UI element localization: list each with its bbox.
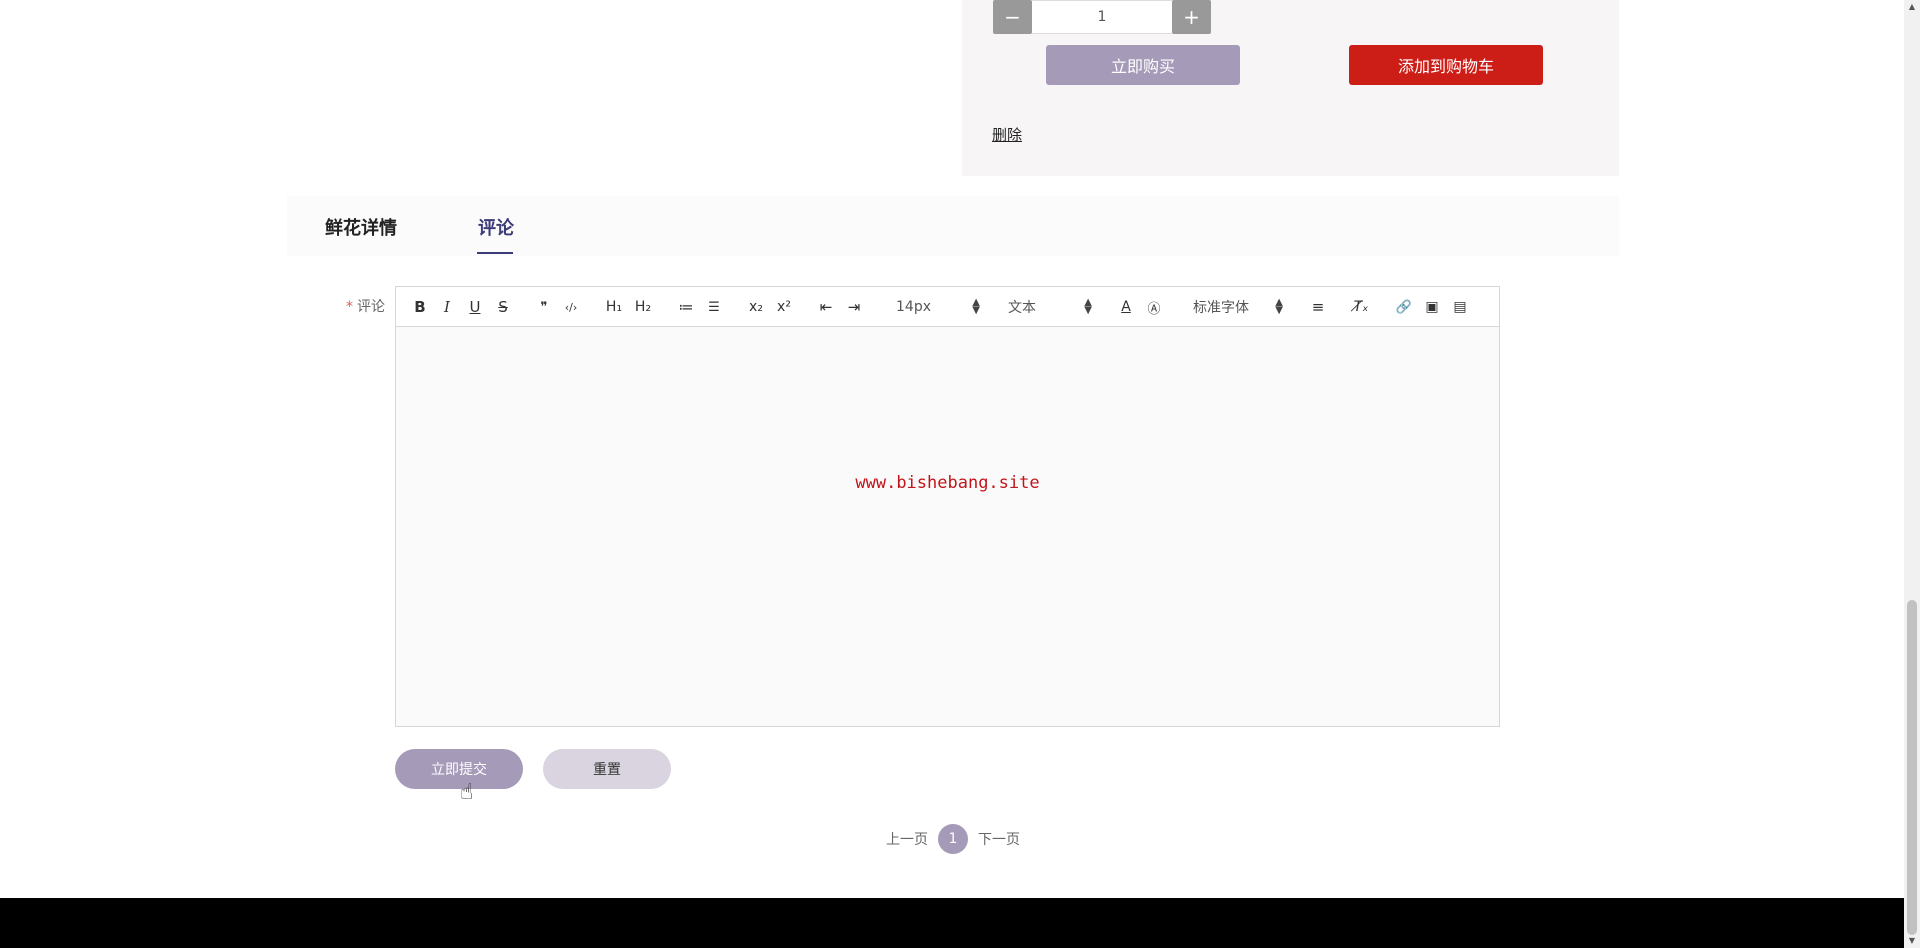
active-tab-indicator xyxy=(477,252,513,254)
underline-button[interactable]: U xyxy=(465,296,485,318)
scroll-down-icon[interactable]: ▼ xyxy=(1907,936,1917,945)
subscript-button[interactable]: x₂ xyxy=(746,296,766,318)
watermark-text: www.bishebang.site xyxy=(855,473,1040,493)
ordered-list-button[interactable]: ≔ xyxy=(676,296,696,318)
required-mark: * xyxy=(346,299,353,315)
background-color-button[interactable]: Ⓐ xyxy=(1144,296,1164,318)
heading2-button[interactable]: H₂ xyxy=(633,296,653,318)
link-button[interactable]: 🔗 xyxy=(1394,296,1414,318)
decrement-button[interactable]: − xyxy=(993,0,1032,34)
page-scrollbar[interactable]: ▲ ▼ xyxy=(1904,0,1920,948)
outdent-button[interactable]: ⇤ xyxy=(816,296,836,318)
select-arrows-icon: ▲ ▼ xyxy=(972,297,980,316)
tab-flower-details[interactable]: 鲜花详情 xyxy=(325,214,397,240)
tab-comments[interactable]: 评论 xyxy=(478,214,514,240)
heading-value: 文本 xyxy=(1008,300,1036,316)
page-number-current[interactable]: 1 xyxy=(938,824,968,854)
italic-button[interactable]: I xyxy=(437,296,457,318)
delete-link[interactable]: 删除 xyxy=(992,124,1022,145)
superscript-button[interactable]: x² xyxy=(774,296,794,318)
page: − 1 + 立即购买 添加到购物车 删除 鲜花详情 评论 * 评论 B I U S… xyxy=(0,0,1920,948)
align-button[interactable]: ≡ xyxy=(1308,296,1328,318)
next-page-link[interactable]: 下一页 xyxy=(978,829,1020,849)
buy-now-button[interactable]: 立即购买 xyxy=(1046,45,1240,85)
quantity-stepper: − 1 + xyxy=(993,0,1211,34)
footer xyxy=(0,898,1904,948)
blockquote-button[interactable]: ❞ xyxy=(534,296,554,318)
font-size-select[interactable]: 14px ▲ ▼ xyxy=(896,297,980,317)
code-block-button[interactable]: ‹/› xyxy=(561,296,581,318)
image-button[interactable]: ▣ xyxy=(1422,296,1442,318)
comment-field-label: * 评论 xyxy=(346,296,385,316)
comment-label-text: 评论 xyxy=(357,299,385,315)
font-color-button[interactable]: A xyxy=(1116,296,1136,318)
font-family-select[interactable]: 标准字体 ▲ ▼ xyxy=(1193,297,1283,317)
scroll-up-icon[interactable]: ▲ xyxy=(1907,2,1917,11)
add-to-cart-button[interactable]: 添加到购物车 xyxy=(1349,45,1543,85)
strikethrough-button[interactable]: S xyxy=(493,296,513,318)
heading1-button[interactable]: H₁ xyxy=(604,296,624,318)
clear-format-button[interactable]: T̸ₓ xyxy=(1351,296,1371,318)
hand-cursor-icon: ☝ xyxy=(460,780,474,805)
increment-button[interactable]: + xyxy=(1172,0,1211,34)
prev-page-link[interactable]: 上一页 xyxy=(886,829,928,849)
tabs-bar: 鲜花详情 评论 xyxy=(287,196,1619,256)
heading-select[interactable]: 文本 ▲ ▼ xyxy=(1008,297,1092,317)
bullet-list-button[interactable]: ☰ xyxy=(704,296,724,318)
indent-button[interactable]: ⇥ xyxy=(844,296,864,318)
font-size-value: 14px xyxy=(896,299,931,315)
editor-toolbar: B I U S ❞ ‹/› H₁ H₂ ≔ ☰ x₂ x² ⇤ ⇥ 14px ▲… xyxy=(396,287,1499,327)
bold-button[interactable]: B xyxy=(410,296,430,318)
pagination: 上一页 1 下一页 xyxy=(886,824,1020,854)
font-family-value: 标准字体 xyxy=(1193,300,1249,316)
rich-text-editor[interactable]: B I U S ❞ ‹/› H₁ H₂ ≔ ☰ x₂ x² ⇤ ⇥ 14px ▲… xyxy=(395,286,1500,727)
quantity-input[interactable]: 1 xyxy=(1032,0,1172,34)
select-arrows-icon: ▲ ▼ xyxy=(1084,297,1092,316)
submit-button[interactable]: 立即提交 xyxy=(395,749,523,789)
scroll-thumb[interactable] xyxy=(1907,600,1917,935)
select-arrows-icon: ▲ ▼ xyxy=(1275,297,1283,316)
reset-button[interactable]: 重置 xyxy=(543,749,671,789)
video-button[interactable]: ▤ xyxy=(1450,296,1470,318)
